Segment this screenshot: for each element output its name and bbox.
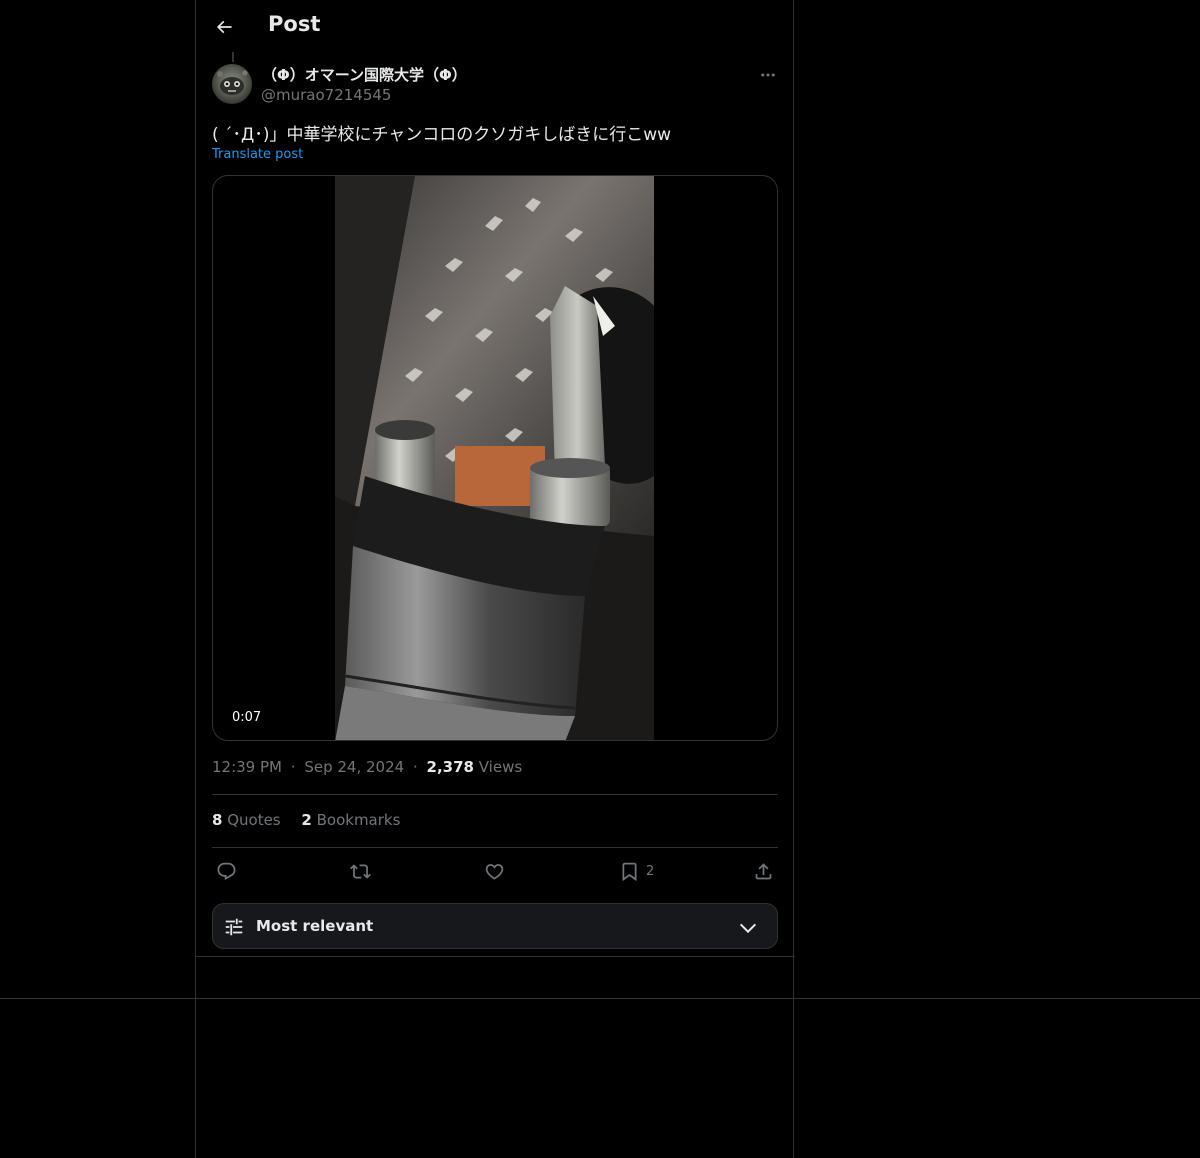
quotes-link[interactable]: 8 Quotes bbox=[212, 811, 281, 829]
more-options-button[interactable] bbox=[756, 63, 780, 87]
quotes-label: Quotes bbox=[222, 811, 281, 829]
avatar[interactable] bbox=[212, 64, 252, 104]
sliders-icon bbox=[225, 918, 243, 936]
display-name[interactable]: （Φ）オマーン国際大学（Φ） bbox=[262, 64, 467, 85]
handle[interactable]: @murao7214545 bbox=[261, 86, 391, 104]
page-title: Post bbox=[268, 12, 321, 36]
page: Post （Φ）オマーン国際大学（Φ） @murao7214545 (´･Д･… bbox=[0, 0, 1200, 1158]
heart-icon bbox=[485, 863, 504, 880]
arrow-left-icon bbox=[216, 20, 232, 34]
views-label: Views bbox=[473, 758, 523, 776]
reply-icon bbox=[217, 862, 236, 880]
bookmark-button[interactable]: 2 bbox=[619, 858, 654, 884]
sort-label: Most relevant bbox=[256, 917, 374, 935]
post-stats: 8 Quotes 2 Bookmarks bbox=[212, 811, 416, 829]
back-button[interactable] bbox=[210, 13, 238, 41]
avatar-image bbox=[212, 64, 252, 104]
meta-separator: · bbox=[290, 758, 296, 776]
translate-post-link[interactable]: Translate post bbox=[212, 147, 303, 162]
post-text: ( ´･Д･)」中華学校にチャンコロのクソガキしばきに行こww bbox=[212, 125, 672, 145]
bookmarks-label: Bookmarks bbox=[311, 811, 401, 829]
post-date[interactable]: Sep 24, 2024 bbox=[304, 758, 404, 776]
main-column: Post （Φ）オマーン国際大学（Φ） @murao7214545 (´･Д･… bbox=[195, 0, 795, 1158]
repost-button[interactable] bbox=[350, 858, 371, 884]
post-time[interactable]: 12:39 PM bbox=[212, 758, 282, 776]
repost-icon bbox=[350, 863, 371, 879]
video-player[interactable]: 0:07 bbox=[212, 175, 778, 741]
chevron-down-icon bbox=[739, 923, 757, 934]
share-button[interactable] bbox=[753, 858, 774, 884]
section-divider bbox=[196, 956, 795, 957]
divider bbox=[212, 794, 778, 795]
more-icon bbox=[761, 73, 775, 77]
thread-line bbox=[232, 52, 234, 62]
bookmark-count: 2 bbox=[646, 863, 655, 879]
video-frame-image bbox=[335, 176, 654, 740]
quotes-count: 8 bbox=[212, 811, 223, 829]
reply-button[interactable] bbox=[216, 858, 237, 884]
share-icon bbox=[755, 862, 772, 879]
like-button[interactable] bbox=[484, 858, 505, 884]
bookmarks-count: 2 bbox=[301, 811, 312, 829]
divider bbox=[212, 847, 778, 848]
video-thumbnail bbox=[335, 176, 654, 740]
reply-sort-dropdown[interactable]: Most relevant bbox=[212, 903, 778, 949]
meta-separator: · bbox=[412, 758, 418, 776]
views-count: 2,378 bbox=[426, 758, 474, 776]
post-meta: 12:39 PM · Sep 24, 2024 · 2,378 Views bbox=[212, 758, 522, 776]
bookmarks-link[interactable]: 2 Bookmarks bbox=[301, 811, 400, 829]
video-duration: 0:07 bbox=[227, 709, 267, 726]
bookmark-icon bbox=[622, 862, 637, 881]
